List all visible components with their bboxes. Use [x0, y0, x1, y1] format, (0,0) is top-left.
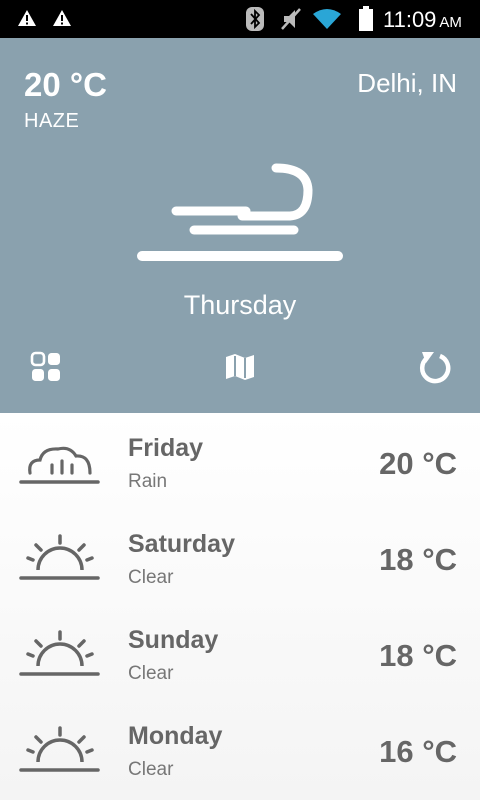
warning-icon [17, 9, 37, 32]
cloud-icon [18, 438, 102, 488]
sunrise-icon [18, 726, 102, 776]
map-icon[interactable] [218, 345, 262, 389]
grid-icon[interactable] [24, 345, 68, 389]
forecast-day: Friday [128, 434, 204, 462]
wind-icon [130, 158, 350, 268]
forecast-row[interactable]: Monday Clear 16 °C [0, 702, 480, 798]
forecast-temperature: 18 °C [379, 638, 457, 673]
forecast-condition: Clear [128, 567, 174, 588]
forecast-day: Saturday [128, 530, 235, 558]
forecast-condition: Rain [128, 471, 168, 492]
current-temperature: 20 °C [24, 66, 107, 103]
forecast-temperature: 18 °C [379, 542, 457, 577]
location-label[interactable]: Delhi, IN [357, 68, 457, 99]
forecast-row[interactable]: Saturday Clear 18 °C [0, 510, 480, 606]
current-condition: HAZE [24, 110, 80, 132]
forecast-temperature: 16 °C [379, 734, 457, 769]
status-time: 11:09 AM [383, 7, 462, 32]
forecast-list: Friday Rain 20 °C Saturday Clear 18 °C S… [0, 413, 480, 800]
forecast-day: Monday [128, 722, 223, 750]
forecast-row[interactable]: Sunday Clear 18 °C [0, 606, 480, 702]
forecast-condition: Clear [128, 759, 174, 780]
current-day: Thursday [183, 290, 297, 320]
status-bar: 11:09 AM [0, 0, 480, 38]
forecast-temperature: 20 °C [379, 446, 457, 481]
forecast-day: Sunday [128, 626, 219, 654]
refresh-icon[interactable] [412, 345, 456, 389]
current-weather-header: 20 °C HAZE Delhi, IN Thursday [0, 38, 480, 413]
sunrise-icon [18, 534, 102, 584]
forecast-condition: Clear [128, 663, 174, 684]
warning-icon [52, 9, 72, 32]
sunrise-icon [18, 630, 102, 680]
forecast-row[interactable]: Friday Rain 20 °C [0, 414, 480, 510]
